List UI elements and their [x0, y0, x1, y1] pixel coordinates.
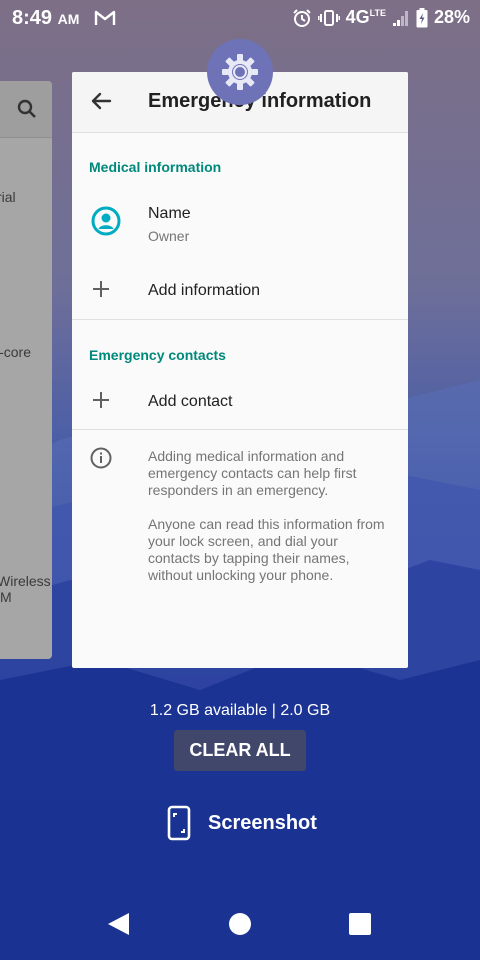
clock: 8:49 AM: [12, 7, 79, 30]
info-paragraph-1: Adding medical information and emergency…: [148, 448, 357, 498]
previous-card-text: Wireless: [0, 573, 51, 589]
emergency-contacts-heading: Emergency contacts: [89, 347, 226, 363]
info-paragraph-2: Anyone can read this information from yo…: [148, 516, 385, 583]
network-type: 4G: [345, 7, 370, 27]
gmail-icon: [94, 10, 116, 25]
battery-icon: [416, 7, 428, 27]
emergency-information-card[interactable]: Emergency information Medical informatio…: [72, 72, 408, 668]
settings-app-icon[interactable]: [207, 39, 273, 105]
previous-card-text: rial: [0, 189, 16, 205]
name-label: Name: [148, 205, 191, 222]
screenshot-button[interactable]: Screenshot: [166, 805, 317, 841]
home-icon[interactable]: [228, 912, 252, 936]
add-contact-row[interactable]: Add contact: [72, 380, 408, 424]
medical-information-heading: Medical information: [89, 159, 222, 175]
vibrate-icon: [317, 9, 340, 26]
memory-status: 1.2 GB available | 2.0 GB: [149, 702, 331, 719]
add-information-row[interactable]: Add information: [72, 270, 408, 314]
previous-card-text: M: [0, 589, 12, 605]
network-indicator: 4GLTE: [346, 7, 386, 28]
back-arrow-icon[interactable]: [90, 90, 112, 112]
previous-card-text: l-core: [0, 344, 32, 360]
clear-all-button[interactable]: CLEAR ALL: [174, 730, 306, 771]
alarm-icon: [292, 8, 311, 27]
status-bar: 8:49 AM 4GLTE 28%: [0, 0, 480, 36]
signal-icon: [392, 10, 408, 26]
settings-gear-icon: [222, 54, 258, 90]
recents-icon[interactable]: [348, 912, 372, 936]
search-icon[interactable]: [17, 99, 37, 119]
plus-icon: [93, 392, 109, 408]
recent-app-card-previous[interactable]: rial l-core Wireless M: [0, 81, 52, 659]
name-row[interactable]: Name Owner: [72, 190, 408, 250]
screenshot-icon: [167, 805, 191, 841]
back-icon[interactable]: [106, 911, 132, 937]
account-circle-icon: [91, 206, 121, 236]
screenshot-label: Screenshot: [208, 811, 317, 834]
clock-time: 8:49: [12, 7, 53, 29]
info-icon: [90, 447, 112, 469]
battery-percent: 28%: [433, 7, 470, 27]
divider: [72, 319, 408, 320]
add-contact-label: Add contact: [148, 393, 233, 410]
network-sub: LTE: [369, 8, 386, 18]
plus-icon: [93, 281, 109, 297]
divider: [72, 429, 408, 430]
name-value: Owner: [148, 228, 190, 244]
add-information-label: Add information: [148, 282, 261, 299]
navigation-bar: [0, 900, 480, 948]
clock-ampm: AM: [57, 11, 80, 27]
